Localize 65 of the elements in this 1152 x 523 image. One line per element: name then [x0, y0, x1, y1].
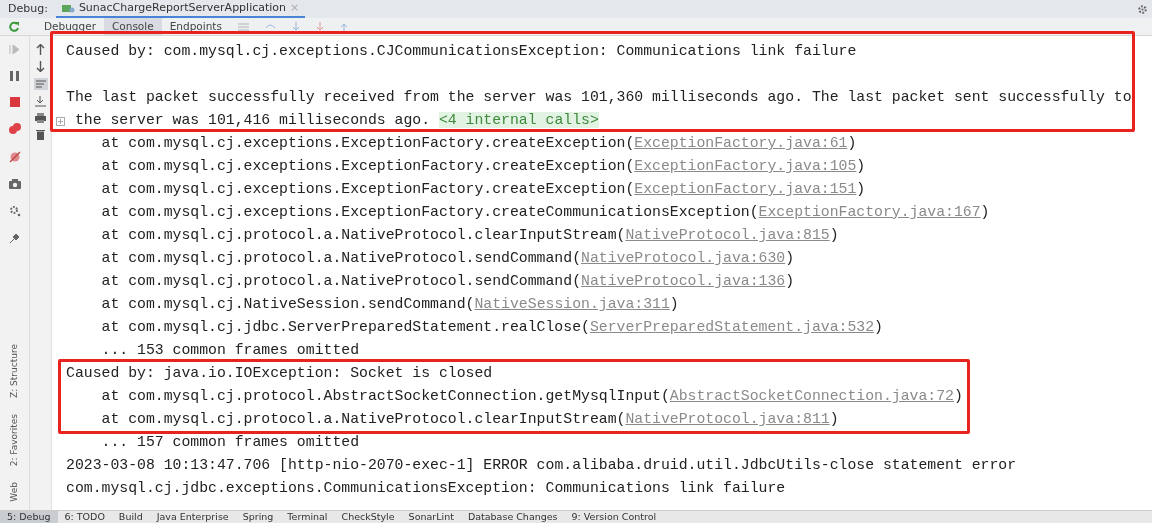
mute-breakpoints-icon[interactable]: [8, 151, 21, 163]
camera-icon[interactable]: [8, 179, 21, 189]
up-arrow-icon[interactable]: [36, 44, 45, 55]
tool-window-tab[interactable]: 6: TODO: [57, 511, 112, 523]
tool-window-tab[interactable]: 9: Version Control: [564, 511, 664, 523]
stack-frame-line: at com.mysql.cj.exceptions.ExceptionFactory.createException(ExceptionFactory.java:151): [101, 181, 866, 197]
stack-frame-line: at com.mysql.cj.protocol.a.NativeProtocol.clearInputStream(NativeProtocol.java:811): [101, 411, 839, 427]
tool-window-tab[interactable]: 5: Debug: [0, 511, 58, 523]
stack-frame-line: at com.mysql.cj.NativeSession.sendCommand(NativeSession.java:311): [101, 296, 679, 312]
source-link[interactable]: NativeSession.java:311: [474, 296, 670, 312]
source-link[interactable]: ExceptionFactory.java:105: [634, 158, 857, 174]
stack-frame-line: at com.mysql.cj.protocol.AbstractSocketConnection.getMysqlInput(AbstractSocketConnection.java:72): [101, 388, 963, 404]
stack-frame-line: at com.mysql.cj.jdbc.ServerPreparedStatement.realClose(ServerPreparedStatement.java:532): [101, 319, 883, 335]
pin-icon[interactable]: [9, 233, 20, 244]
source-link[interactable]: ExceptionFactory.java:61: [634, 135, 848, 151]
source-link[interactable]: NativeProtocol.java:815: [625, 227, 830, 243]
console-text: com.mysql.cj.jdbc.exceptions.CommunicationsException: Communications link failure: [66, 480, 786, 496]
menu-icon[interactable]: [237, 21, 249, 32]
step-out-icon[interactable]: [339, 21, 348, 32]
tool-window-tab[interactable]: Spring: [235, 511, 281, 523]
force-step-into-icon[interactable]: [315, 21, 324, 32]
source-link[interactable]: ExceptionFactory.java:167: [758, 204, 981, 220]
omitted-frames-text: ... 157 common frames omitted: [101, 434, 360, 450]
tab[interactable]: Endpoints: [161, 18, 230, 35]
tool-window-tab[interactable]: SonarLint: [401, 511, 461, 523]
source-link[interactable]: ServerPreparedStatement.java:532: [589, 319, 875, 335]
internal-calls-link[interactable]: <4 internal calls>: [438, 112, 599, 128]
stack-frame-line: at com.mysql.cj.protocol.a.NativeProtocol.sendCommand(NativeProtocol.java:630): [101, 250, 795, 266]
console-text: Caused by: com.mysql.cj.exceptions.CJCommunicationsException: Communications link failure: [66, 43, 857, 59]
pause-icon[interactable]: [10, 71, 19, 81]
source-link[interactable]: NativeProtocol.java:630: [581, 250, 786, 266]
debug-label: Debug:: [7, 0, 49, 17]
stack-frame-line: at com.mysql.cj.exceptions.ExceptionFactory.createException(ExceptionFactory.java:61): [101, 135, 857, 151]
source-link[interactable]: NativeProtocol.java:811: [625, 411, 830, 427]
console-text: 2023-03-08 10:13:47.706 [http-nio-2070-exec-1] ERROR com.alibaba.druid.util.JdbcUtils-close statement error: [66, 457, 1017, 473]
stack-frame-line: at com.mysql.cj.exceptions.ExceptionFactory.createException(ExceptionFactory.java:105): [101, 158, 866, 174]
app-icon: [61, 3, 75, 13]
tool-window-tab[interactable]: Database Changes: [460, 511, 565, 523]
source-link[interactable]: ExceptionFactory.java:151: [634, 181, 857, 197]
console-text: Caused by: java.io.IOException: Socket is closed: [66, 365, 493, 381]
stack-frame-line: at com.mysql.cj.exceptions.ExceptionFactory.createCommunicationsException(ExceptionFactory.java:167): [101, 204, 990, 220]
console-text: the server was 101,416 milliseconds ago.: [73, 112, 432, 128]
step-into-icon[interactable]: [291, 21, 300, 32]
tool-window-tab[interactable]: CheckStyle: [334, 511, 402, 523]
side-panel-label[interactable]: 2: Favorites: [7, 414, 22, 467]
print-icon[interactable]: [35, 113, 46, 123]
stack-frame-line: at com.mysql.cj.protocol.a.NativeProtocol.clearInputStream(NativeProtocol.java:815): [101, 227, 839, 243]
console-text: The last packet successfully received from the server was 101,360 milliseconds ago. The last packet sent successfully to: [66, 89, 1132, 105]
tab[interactable]: Debugger: [36, 18, 104, 35]
soft-wrap-icon[interactable]: [33, 78, 48, 90]
scroll-to-end-icon[interactable]: [35, 96, 46, 107]
tool-window-tab[interactable]: Build: [111, 511, 150, 523]
down-arrow-icon[interactable]: [36, 61, 45, 72]
breakpoints-icon[interactable]: [8, 123, 21, 135]
omitted-frames-text: ... 153 common frames omitted: [101, 342, 360, 358]
source-link[interactable]: AbstractSocketConnection.java:72: [669, 388, 954, 404]
trash-icon[interactable]: [36, 129, 45, 140]
tool-window-tab[interactable]: Java Enterprise: [149, 511, 236, 523]
side-panel-label[interactable]: Z: Structure: [7, 344, 22, 399]
stop-icon[interactable]: [9, 97, 20, 107]
source-link[interactable]: NativeProtocol.java:136: [581, 273, 786, 289]
restart-icon[interactable]: [8, 20, 20, 33]
side-panel-label[interactable]: Web: [7, 482, 22, 502]
stack-frame-line: at com.mysql.cj.protocol.a.NativeProtocol.sendCommand(NativeProtocol.java:136): [101, 273, 795, 289]
tool-window-tab[interactable]: Terminal: [280, 511, 335, 523]
